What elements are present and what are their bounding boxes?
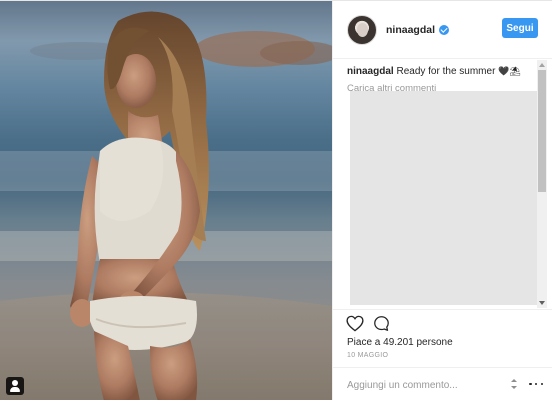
beach-photo-illustration xyxy=(0,1,332,400)
comments-area: ninaagdal Ready for the summer 🖤⛱ Carica… xyxy=(347,61,545,305)
more-options-icon[interactable] xyxy=(529,378,543,390)
avatar[interactable] xyxy=(347,14,377,45)
comments-placeholder xyxy=(350,91,545,305)
caption-text: Ready for the summer xyxy=(396,66,496,77)
post-photo[interactable] xyxy=(0,1,332,400)
scroll-down-arrow-icon[interactable] xyxy=(539,301,545,305)
comment-input[interactable] xyxy=(347,377,497,393)
likes-count[interactable]: Piace a 49.201 persone xyxy=(347,337,453,348)
verified-badge-icon xyxy=(439,24,450,35)
resize-spinner-icon[interactable] xyxy=(509,378,519,390)
username-block: ninaagdal xyxy=(386,24,450,36)
post-header: ninaagdal Segui xyxy=(333,1,552,59)
caption-emoji: 🖤⛱ xyxy=(498,66,521,76)
add-comment-bar xyxy=(333,367,552,400)
caption: ninaagdal Ready for the summer 🖤⛱ xyxy=(347,65,541,78)
post-details-panel: ninaagdal Segui ninaagdal Ready for the … xyxy=(332,1,552,400)
scrollbar-thumb[interactable] xyxy=(538,70,546,192)
post-date[interactable]: 10 MAGGIO xyxy=(347,352,388,359)
scroll-up-arrow-icon[interactable] xyxy=(539,63,545,67)
heart-icon[interactable] xyxy=(346,315,364,332)
user-tag-icon[interactable] xyxy=(6,377,24,395)
follow-button[interactable]: Segui xyxy=(502,18,538,38)
caption-username[interactable]: ninaagdal xyxy=(347,66,394,77)
action-bar xyxy=(333,309,552,335)
comment-bubble-icon[interactable] xyxy=(373,315,390,332)
comments-scrollbar[interactable] xyxy=(537,60,547,308)
username-link[interactable]: ninaagdal xyxy=(386,24,435,36)
instagram-post: ninaagdal Segui ninaagdal Ready for the … xyxy=(0,0,552,400)
